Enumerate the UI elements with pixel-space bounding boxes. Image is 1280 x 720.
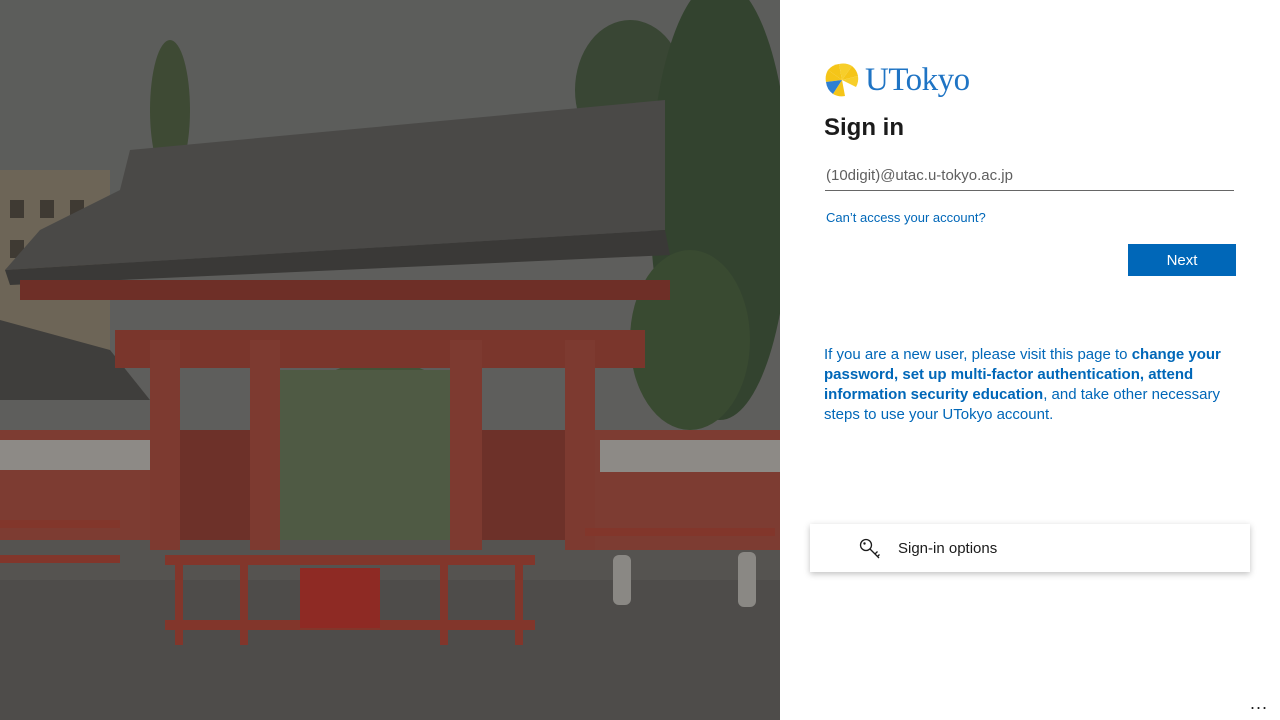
more-options-button[interactable]: ...	[1250, 693, 1268, 714]
email-field[interactable]	[825, 160, 1234, 191]
cant-access-link[interactable]: Can’t access your account?	[826, 210, 986, 225]
signin-options-button[interactable]: Sign-in options	[810, 524, 1250, 572]
info-text-start: If you are a new user, please visit this…	[824, 346, 1132, 363]
ginkgo-leaf-icon	[825, 63, 859, 97]
signin-pane: UTokyo Sign in Can’t access your account…	[780, 0, 1280, 720]
key-icon	[859, 538, 880, 559]
background-photo	[0, 0, 780, 720]
utokyo-logo: UTokyo	[825, 60, 970, 100]
gate-illustration	[0, 0, 780, 720]
next-button[interactable]: Next	[1128, 244, 1236, 276]
brand-name: UTokyo	[865, 61, 970, 98]
new-user-info: If you are a new user, please visit this…	[824, 345, 1234, 425]
page-title: Sign in	[824, 114, 904, 141]
signin-options-label: Sign-in options	[898, 540, 998, 557]
